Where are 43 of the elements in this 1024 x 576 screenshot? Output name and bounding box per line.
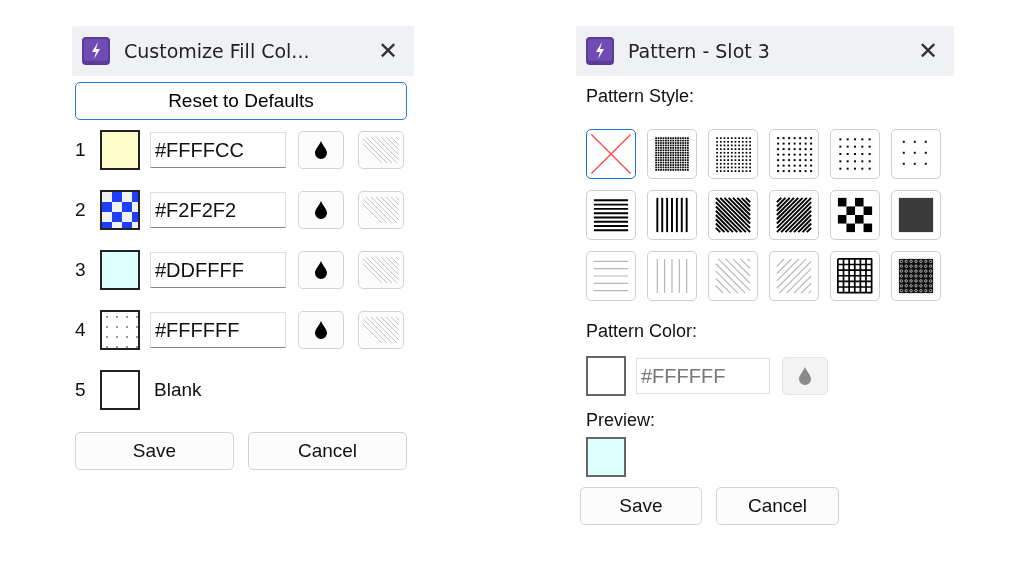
- preview-label: Preview:: [586, 410, 657, 431]
- drop-icon: [314, 320, 328, 340]
- pattern-icon: [589, 132, 633, 176]
- drop-icon: [314, 200, 328, 220]
- color-swatch[interactable]: [100, 310, 140, 350]
- lightning-icon: [586, 37, 614, 65]
- slot-label: Blank: [154, 379, 202, 401]
- window-title: Pattern - Slot 3: [628, 40, 771, 62]
- drop-icon: [798, 366, 812, 386]
- hatch-icon: [363, 135, 399, 165]
- drop-icon: [314, 140, 328, 160]
- hex-field[interactable]: #F2F2F2: [150, 192, 286, 228]
- slot-number: 2: [75, 199, 87, 221]
- color-swatch[interactable]: [100, 130, 140, 170]
- hatch-icon: [363, 315, 399, 345]
- color-swatch[interactable]: [100, 250, 140, 290]
- window-title: Customize Fill Col...: [124, 40, 311, 62]
- hex-field[interactable]: #FFFFCC: [150, 132, 286, 168]
- hatch-icon: [363, 195, 399, 225]
- hatch-icon: [363, 255, 399, 285]
- slot-number: 4: [75, 319, 87, 341]
- eyedropper-button[interactable]: [298, 131, 344, 169]
- save-button[interactable]: Save: [75, 432, 234, 470]
- slot-number: 1: [75, 139, 87, 161]
- hex-field[interactable]: #DDFFFF: [150, 252, 286, 288]
- eyedropper-button[interactable]: [298, 191, 344, 229]
- slot-number: 5: [75, 379, 87, 401]
- pattern-color-label: Pattern Color:: [586, 321, 699, 342]
- reset-button[interactable]: Reset to Defaults: [75, 82, 407, 120]
- close-button[interactable]: ✕: [911, 37, 944, 65]
- drop-icon: [314, 260, 328, 280]
- save-button[interactable]: Save: [580, 487, 702, 525]
- pattern-style-label: Pattern Style:: [586, 86, 696, 107]
- cancel-button[interactable]: Cancel: [248, 432, 407, 470]
- eyedropper-button[interactable]: [298, 251, 344, 289]
- lightning-icon: [82, 37, 110, 65]
- close-button[interactable]: ✕: [371, 37, 404, 65]
- cancel-button[interactable]: Cancel: [716, 487, 839, 525]
- eyedropper-button[interactable]: [298, 311, 344, 349]
- hex-field[interactable]: #FFFFFF: [150, 312, 286, 348]
- color-swatch[interactable]: [100, 370, 140, 410]
- color-swatch[interactable]: [100, 190, 140, 230]
- slot-number: 3: [75, 259, 87, 281]
